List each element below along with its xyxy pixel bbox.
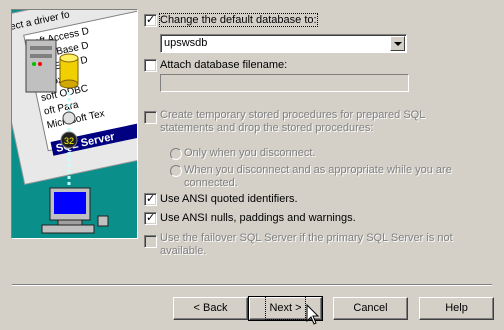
disconnect-appropriate-label: When you disconnect and as appropriate w… — [184, 164, 452, 189]
attach-db-checkbox[interactable] — [144, 59, 157, 72]
disconnect-appropriate-radio[interactable] — [170, 165, 182, 177]
failover-checkbox[interactable] — [144, 235, 157, 248]
chevron-down-icon[interactable] — [390, 36, 405, 51]
cancel-button[interactable]: Cancel — [333, 297, 408, 320]
temp-procs-checkbox[interactable] — [144, 111, 157, 124]
database-value: upswsdb — [164, 37, 208, 49]
help-button[interactable]: Help — [419, 297, 494, 320]
wizard-illustration: Select a driver fo soft Access Dsoft dBa… — [11, 9, 138, 239]
database-combobox[interactable]: upswsdb — [160, 34, 407, 53]
ansi-nulls-label[interactable]: Use ANSI nulls, paddings and warnings. — [160, 212, 356, 225]
back-button[interactable]: < Back — [173, 297, 248, 320]
temp-procs-label: Create temporary stored procedures for p… — [160, 109, 425, 134]
computer-icon — [41, 187, 109, 234]
only-disconnect-radio[interactable] — [170, 148, 182, 160]
change-default-db-label[interactable]: Change the default database to: — [159, 13, 318, 27]
failover-label: Use the failover SQL Server if the prima… — [160, 232, 453, 257]
footer-separator — [12, 284, 492, 286]
ansi-quoted-label[interactable]: Use ANSI quoted identifiers. — [160, 193, 298, 206]
ansi-quoted-checkbox[interactable]: ✓ — [144, 193, 157, 206]
only-disconnect-label: Only when you disconnect. — [184, 147, 316, 159]
attach-db-label[interactable]: Attach database filename: — [160, 59, 287, 72]
attach-db-filename-field[interactable] — [160, 74, 409, 92]
svg-text:32: 32 — [64, 136, 74, 146]
mouse-cursor-icon — [306, 304, 320, 325]
change-default-db-checkbox[interactable]: ✓ — [144, 14, 157, 27]
database-icon — [59, 53, 79, 89]
ansi-nulls-checkbox[interactable]: ✓ — [144, 212, 157, 225]
server-icon — [25, 39, 57, 93]
